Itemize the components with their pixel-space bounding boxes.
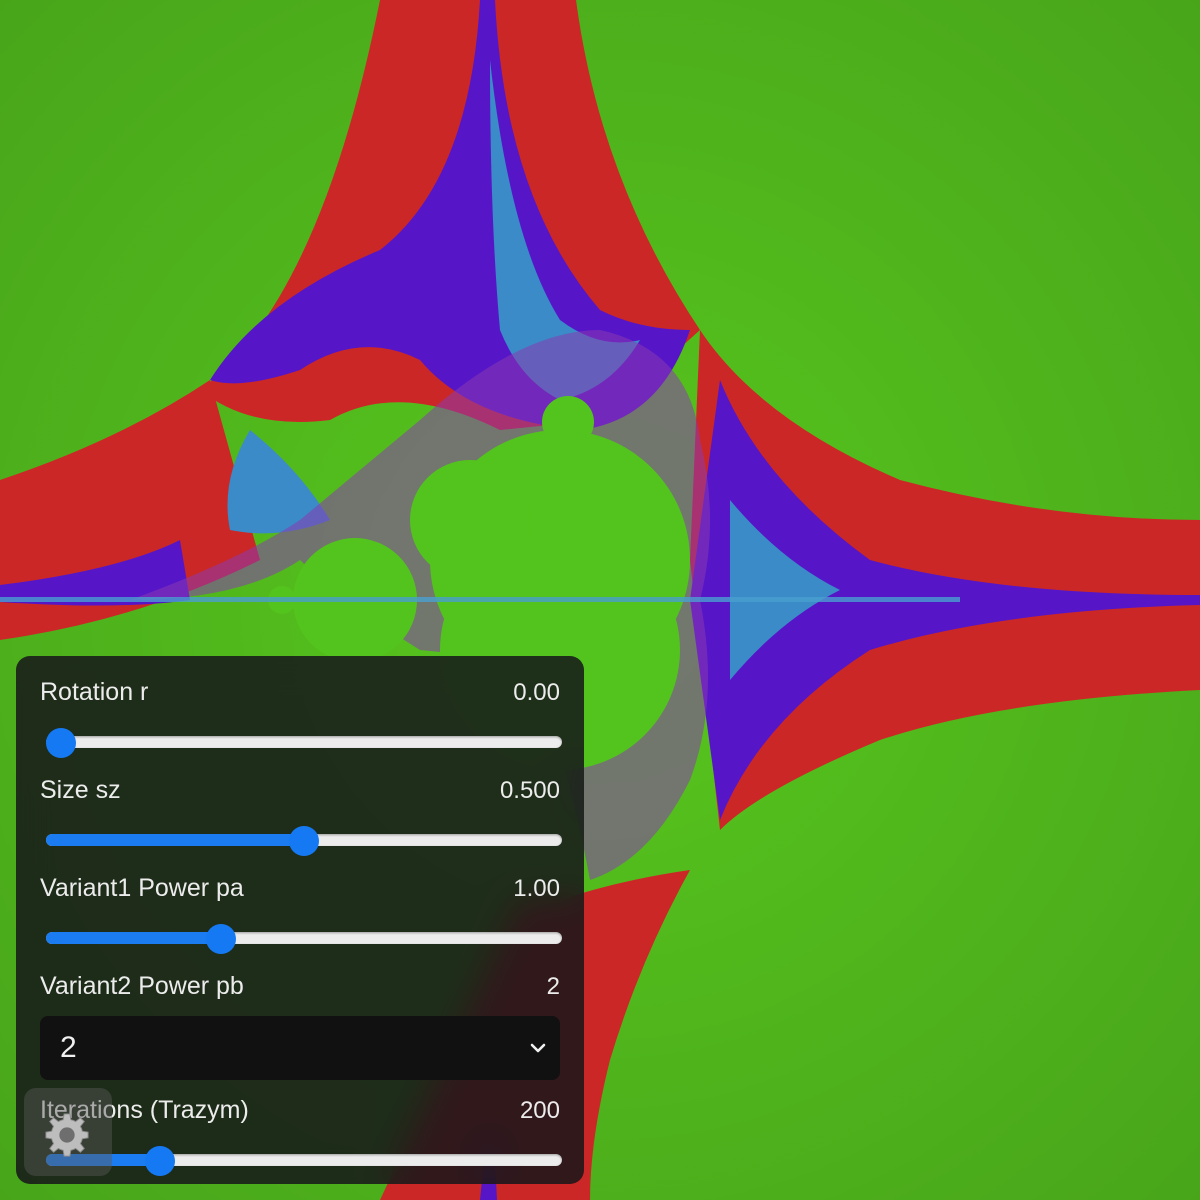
variant1-slider[interactable] [46, 924, 562, 954]
variant2-select[interactable]: 2 [40, 1016, 560, 1080]
slider-fill [46, 834, 304, 846]
slider-fill [46, 932, 222, 944]
variant1-row: Variant1 Power pa 1.00 [40, 874, 560, 903]
size-label: Size sz [40, 776, 121, 804]
size-row: Size sz 0.500 [40, 776, 560, 805]
iterations-slider[interactable] [46, 1146, 562, 1176]
gear-icon [45, 1113, 89, 1157]
rotation-slider[interactable] [46, 728, 562, 758]
slider-thumb[interactable] [206, 924, 237, 954]
rotation-value: 0.00 [513, 678, 560, 706]
chevron-down-icon [530, 1043, 546, 1053]
variant1-value: 1.00 [513, 874, 560, 902]
slider-thumb[interactable] [289, 826, 319, 856]
slider-track [46, 736, 562, 748]
variant2-label: Variant2 Power pb [40, 972, 244, 1000]
rotation-label: Rotation r [40, 678, 149, 706]
variant2-selected-value: 2 [60, 1031, 77, 1064]
slider-thumb[interactable] [144, 1146, 175, 1176]
variant2-value: 2 [546, 972, 560, 1000]
variant2-row: Variant2 Power pb 2 [40, 972, 560, 1001]
iterations-row: Iterations (Trazym) 200 [40, 1096, 560, 1125]
iterations-value: 200 [519, 1096, 560, 1124]
rotation-row: Rotation r 0.00 [40, 678, 560, 707]
variant1-label: Variant1 Power pa [40, 874, 244, 902]
size-slider[interactable] [46, 826, 562, 856]
slider-thumb[interactable] [46, 728, 77, 758]
settings-button[interactable] [24, 1088, 112, 1176]
size-value: 0.500 [499, 776, 560, 804]
